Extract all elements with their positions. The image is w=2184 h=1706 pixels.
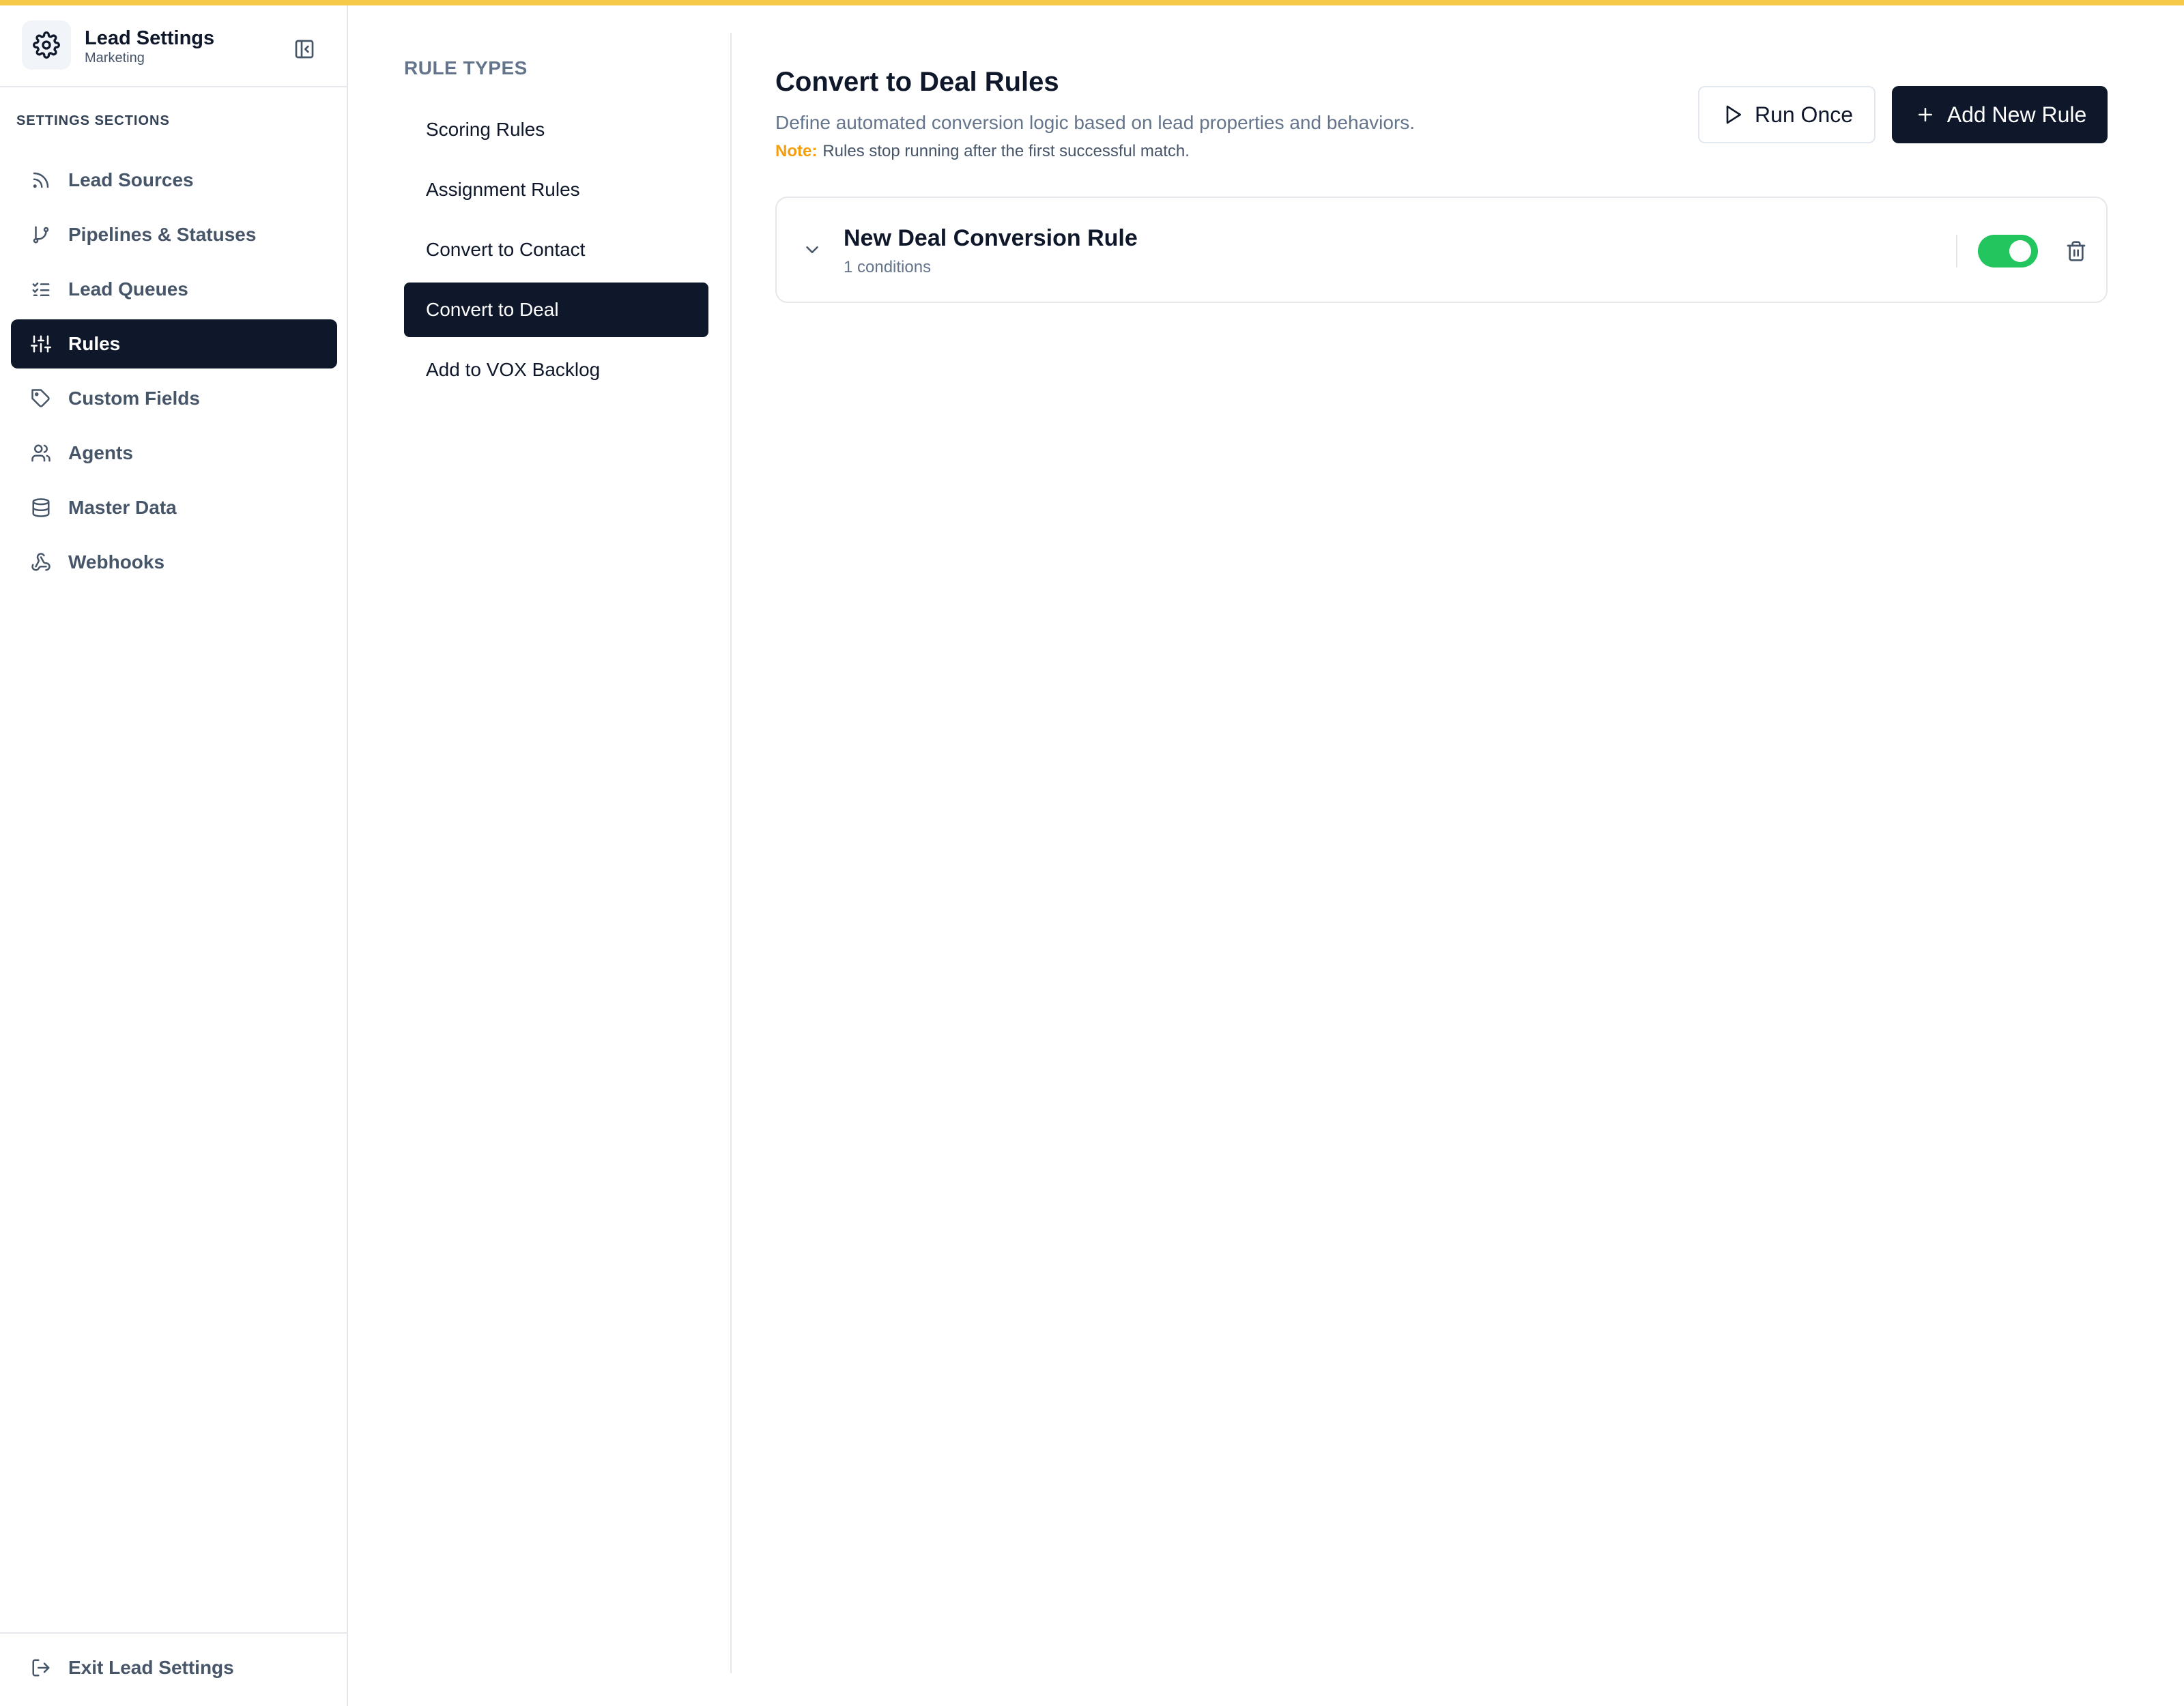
page-title: Convert to Deal Rules (775, 67, 1059, 97)
exit-settings-label: Exit Lead Settings (68, 1657, 234, 1678)
note-label: Note: (775, 142, 818, 160)
sidebar-item-label: Pipelines & Statuses (68, 224, 257, 245)
rule-actions-divider (1956, 235, 1957, 268)
plus-icon (1913, 102, 1938, 127)
sidebar-item-agents[interactable]: Agents (11, 429, 337, 478)
rss-icon (27, 167, 55, 194)
toggle-knob (2009, 240, 2031, 262)
rule-conditions-count: 1 conditions (844, 258, 932, 276)
page-description: Define automated conversion logic based … (775, 112, 1416, 133)
sidebar-item-pipelines-statuses[interactable]: Pipelines & Statuses (11, 210, 337, 259)
sidebar-section-label: SETTINGS SECTIONS (16, 113, 170, 128)
rule-types-heading: RULE TYPES (404, 57, 528, 78)
rule-card[interactable]: New Deal Conversion Rule 1 conditions (775, 197, 2108, 303)
rule-type-vox-backlog[interactable]: Add to VOX Backlog (404, 343, 708, 397)
exit-settings-button[interactable]: Exit Lead Settings (27, 1654, 234, 1681)
add-new-rule-button[interactable]: Add New Rule (1892, 86, 2108, 143)
list-checks-icon (27, 276, 55, 303)
trash-icon[interactable] (2063, 237, 2090, 265)
run-once-button[interactable]: Run Once (1698, 86, 1876, 143)
sidebar-item-label: Master Data (68, 497, 177, 518)
database-icon (27, 494, 55, 521)
webhook-icon (27, 549, 55, 576)
sidebar-item-label: Rules (68, 333, 121, 354)
add-new-rule-label: Add New Rule (1946, 102, 2087, 127)
sliders-icon (27, 330, 55, 358)
rule-type-assignment[interactable]: Assignment Rules (404, 162, 708, 217)
sidebar-item-lead-queues[interactable]: Lead Queues (11, 265, 337, 314)
git-branch-icon (27, 221, 55, 248)
sidebar-item-lead-sources[interactable]: Lead Sources (11, 156, 337, 205)
sidebar-item-rules[interactable]: Rules (11, 319, 337, 368)
run-once-label: Run Once (1754, 102, 1854, 127)
rule-type-convert-deal[interactable]: Convert to Deal (404, 283, 708, 337)
rule-types-list: Scoring Rules Assignment Rules Convert t… (404, 102, 708, 403)
rule-type-convert-contact[interactable]: Convert to Contact (404, 222, 708, 277)
rule-types-panel: RULE TYPES Scoring Rules Assignment Rule… (349, 5, 732, 1671)
rule-type-scoring[interactable]: Scoring Rules (404, 102, 708, 157)
sidebar-title: Lead Settings (85, 27, 215, 49)
sidebar-item-master-data[interactable]: Master Data (11, 483, 337, 532)
sidebar-item-label: Lead Sources (68, 169, 194, 190)
users-icon (27, 439, 55, 467)
log-out-icon (27, 1654, 55, 1681)
sidebar-item-custom-fields[interactable]: Custom Fields (11, 374, 337, 423)
play-icon (1721, 102, 1745, 127)
rule-name: New Deal Conversion Rule (844, 225, 1138, 251)
tag-icon (27, 385, 55, 412)
panel-collapse-icon[interactable] (289, 35, 319, 63)
sidebar-item-label: Webhooks (68, 551, 165, 573)
sidebar-footer: Exit Lead Settings (0, 1632, 347, 1706)
sidebar-header: Lead Settings Marketing (0, 5, 347, 87)
chevron-down-icon[interactable] (799, 236, 826, 263)
page-note: Note: Rules stop running after the first … (775, 142, 1190, 161)
sidebar-nav: Lead Sources Pipelines & Statuses Lead Q… (11, 156, 337, 592)
rule-enabled-toggle[interactable] (1978, 235, 2038, 268)
top-accent-bar (0, 0, 2184, 5)
sidebar-item-label: Custom Fields (68, 388, 200, 409)
note-text: Rules stop running after the first succe… (822, 142, 1190, 160)
sidebar-item-label: Agents (68, 442, 133, 463)
sidebar-item-label: Lead Queues (68, 278, 188, 300)
main-content: Convert to Deal Rules Define automated c… (732, 5, 2184, 1706)
sidebar-item-webhooks[interactable]: Webhooks (11, 538, 337, 587)
gear-icon (22, 20, 71, 70)
sidebar-subtitle: Marketing (85, 50, 145, 66)
settings-sidebar: Lead Settings Marketing SETTINGS SECTION… (0, 5, 348, 1706)
